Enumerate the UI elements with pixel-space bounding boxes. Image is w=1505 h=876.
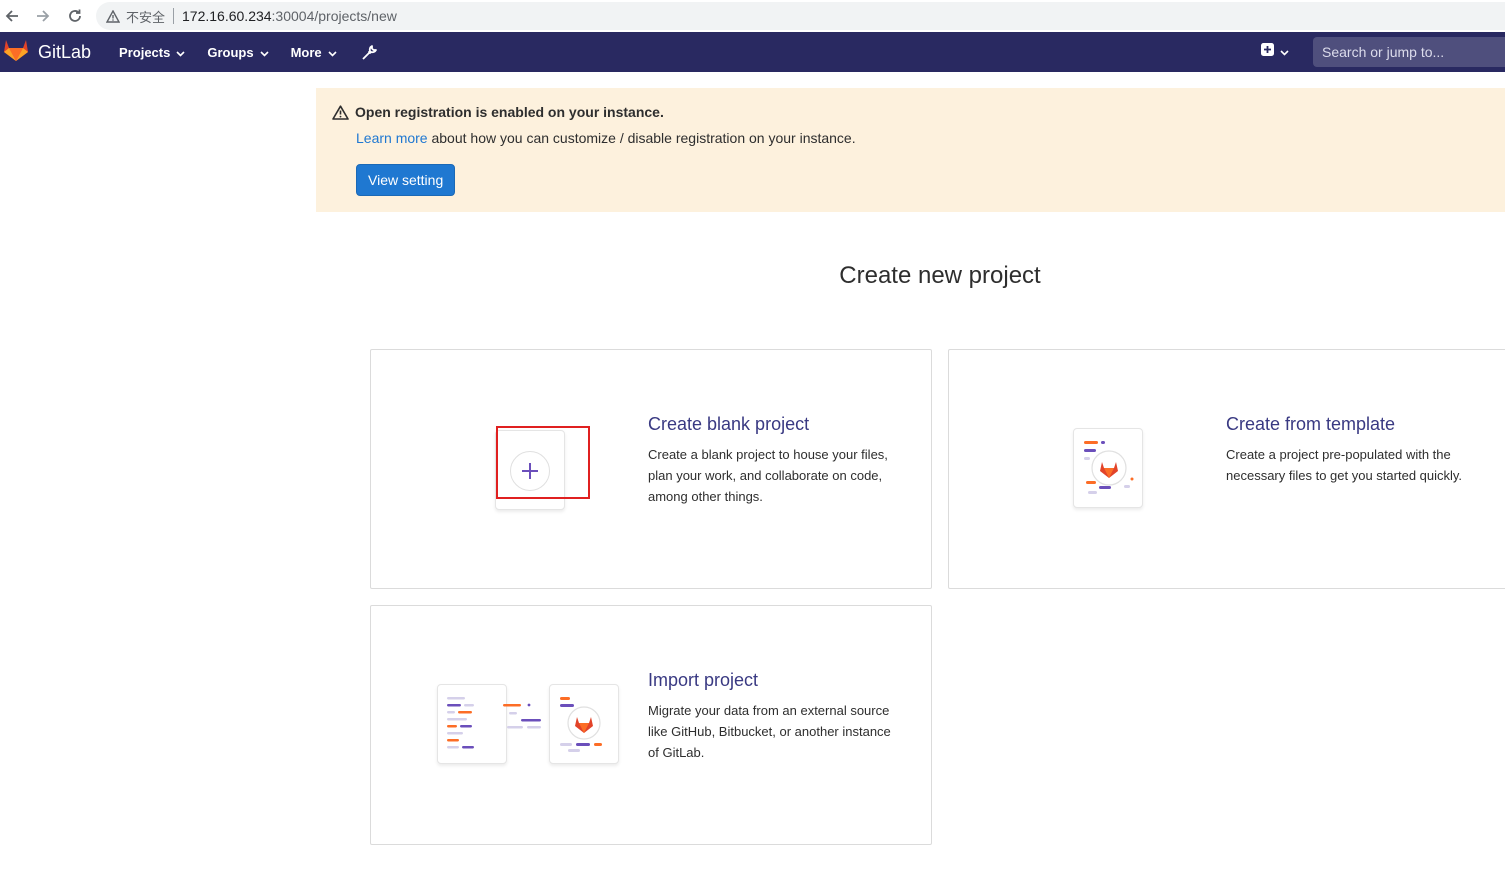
transfer-arrows-illustration [499,698,551,748]
menu-groups[interactable]: Groups [207,44,269,60]
menu-label: Groups [207,44,254,60]
alert-title-row: Open registration is enabled on your ins… [332,104,664,120]
card-description: Migrate your data from an external sourc… [648,703,891,760]
warning-icon [332,104,349,120]
admin-wrench-icon[interactable] [361,44,378,61]
menu-label: More [290,44,322,60]
gitlab-home-link[interactable]: GitLab [3,38,91,67]
alert-title: Open registration is enabled on your ins… [355,104,664,120]
menu-label: Projects [119,44,171,60]
security-label[interactable]: 不安全 [126,7,165,26]
url-host: 172.16.60.234 [182,8,272,24]
new-dropdown[interactable] [1261,43,1289,61]
main-menu: Projects Groups More [119,44,378,61]
card-description: Create a blank project to house your fil… [648,447,888,504]
card-title[interactable]: Create blank project [648,412,898,436]
search-input[interactable] [1313,37,1505,67]
divider [173,8,175,24]
source-file-illustration [437,684,507,764]
alert-body: Learn more about how you can customize /… [356,130,856,146]
create-from-template-card[interactable]: Create from template Create a project pr… [948,349,1505,589]
gitlab-target-illustration [549,684,619,764]
page-title: Create new project [839,262,1041,289]
template-file-icon [1084,441,1134,494]
card-description: Create a project pre-populated with the … [1226,447,1463,483]
warning-triangle-icon[interactable] [106,9,120,23]
menu-projects[interactable]: Projects [119,45,185,60]
template-illustration [1073,428,1143,508]
registration-alert: Open registration is enabled on your ins… [316,88,1505,212]
card-text: Create blank project Create a blank proj… [648,412,898,507]
gitlab-tanuki-icon [3,38,29,67]
view-setting-button[interactable]: View setting [356,164,456,196]
reload-icon[interactable] [64,5,86,27]
back-arrow-icon[interactable] [1,5,23,27]
gitlab-navbar: GitLab Projects Groups More [0,32,1505,72]
alert-body-text: about how you can customize / disable re… [427,130,856,146]
header-right [1261,32,1505,72]
brand-name: GitLab [38,41,92,62]
card-text: Import project Migrate your data from an… [648,668,898,763]
forward-arrow-icon[interactable] [32,5,54,27]
card-title[interactable]: Create from template [1226,412,1476,436]
url-path: :30004/projects/new [271,8,397,24]
highlight-annotation-box [496,426,590,499]
browser-toolbar: 不安全 172.16.60.234:30004/projects/new [0,0,1505,32]
chevron-down-icon [176,45,185,60]
card-title[interactable]: Import project [648,668,898,692]
chevron-down-icon [260,45,269,60]
menu-more[interactable]: More [291,45,337,60]
card-text: Create from template Create a project pr… [1226,412,1476,486]
plus-square-icon [1261,43,1274,61]
address-bar[interactable]: 不安全 172.16.60.234:30004/projects/new [96,2,1505,30]
chevron-down-icon [328,45,337,60]
code-lines-icon [447,697,474,749]
gitlab-logo-icon [560,697,602,752]
create-blank-project-card[interactable]: Create blank project Create a blank proj… [370,349,932,589]
import-project-card[interactable]: Import project Migrate your data from an… [370,605,932,845]
chevron-down-icon [1280,43,1289,61]
learn-more-link[interactable]: Learn more [356,130,428,146]
